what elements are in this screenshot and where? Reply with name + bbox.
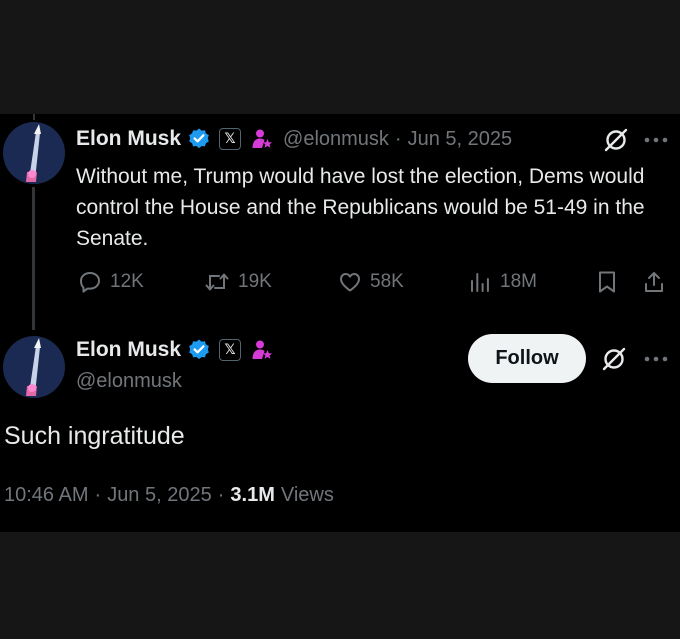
- grok-icon[interactable]: [602, 126, 630, 154]
- post-metadata: 10:46 AM · Jun 5, 2025 · 3.1M Views: [4, 484, 334, 507]
- views-count[interactable]: 3.1M: [230, 484, 274, 507]
- repost-icon: [205, 273, 229, 291]
- author-handle[interactable]: @elonmusk: [283, 128, 389, 151]
- post-date[interactable]: Jun 5, 2025: [408, 128, 513, 151]
- parent-post-header: Elon Musk 𝕏 @elonmusk · Jun 5, 2025: [76, 126, 512, 152]
- more-icon[interactable]: [642, 128, 670, 152]
- author-name[interactable]: Elon Musk: [76, 127, 181, 151]
- post-actions: 12K 19K 58K 18M: [0, 270, 680, 300]
- views-button[interactable]: 18M: [468, 270, 537, 294]
- bookmark-icon: [599, 271, 615, 293]
- post-date[interactable]: Jun 5, 2025: [107, 484, 212, 507]
- like-count: 58K: [370, 271, 404, 292]
- repost-count: 19K: [238, 271, 272, 292]
- repost-button[interactable]: 19K: [204, 270, 272, 294]
- separator-dot: ·: [217, 484, 225, 506]
- reply-icon: [80, 272, 100, 293]
- separator-dot: ·: [394, 127, 402, 150]
- reply-button[interactable]: 12K: [78, 270, 144, 294]
- x-affiliation-icon[interactable]: 𝕏: [219, 128, 242, 150]
- like-icon: [340, 273, 360, 292]
- x-affiliation-icon[interactable]: 𝕏: [219, 339, 242, 361]
- government-affiliation-icon[interactable]: [251, 128, 273, 150]
- share-button[interactable]: [642, 270, 674, 294]
- separator-dot: ·: [94, 484, 102, 506]
- main-post-header: Elon Musk 𝕏: [76, 337, 273, 363]
- thread-connector-top: [33, 114, 35, 120]
- views-label: Views: [280, 484, 334, 506]
- like-button[interactable]: 58K: [338, 270, 404, 294]
- avatar[interactable]: [3, 122, 65, 184]
- grok-icon[interactable]: [600, 345, 628, 373]
- follow-button[interactable]: Follow: [468, 334, 586, 383]
- views-count: 18M: [500, 271, 537, 292]
- reply-count: 12K: [110, 271, 144, 292]
- avatar[interactable]: [3, 336, 65, 398]
- thread-connector: [32, 187, 35, 330]
- verified-badge-icon[interactable]: [187, 338, 211, 362]
- share-icon: [645, 272, 663, 292]
- bookmark-button[interactable]: [596, 270, 626, 294]
- more-icon[interactable]: [642, 347, 670, 371]
- parent-post-text: Without me, Trump would have lost the el…: [76, 165, 645, 250]
- author-name[interactable]: Elon Musk: [76, 338, 181, 362]
- main-post-text: Such ingratitude: [4, 422, 185, 450]
- author-handle[interactable]: @elonmusk: [76, 368, 182, 394]
- verified-badge-icon[interactable]: [187, 127, 211, 151]
- government-affiliation-icon[interactable]: [251, 339, 273, 361]
- views-icon: [471, 273, 489, 292]
- post-time[interactable]: 10:46 AM: [4, 484, 89, 507]
- post-card: Elon Musk 𝕏 @elonmusk · Jun 5, 2025 With…: [0, 114, 680, 532]
